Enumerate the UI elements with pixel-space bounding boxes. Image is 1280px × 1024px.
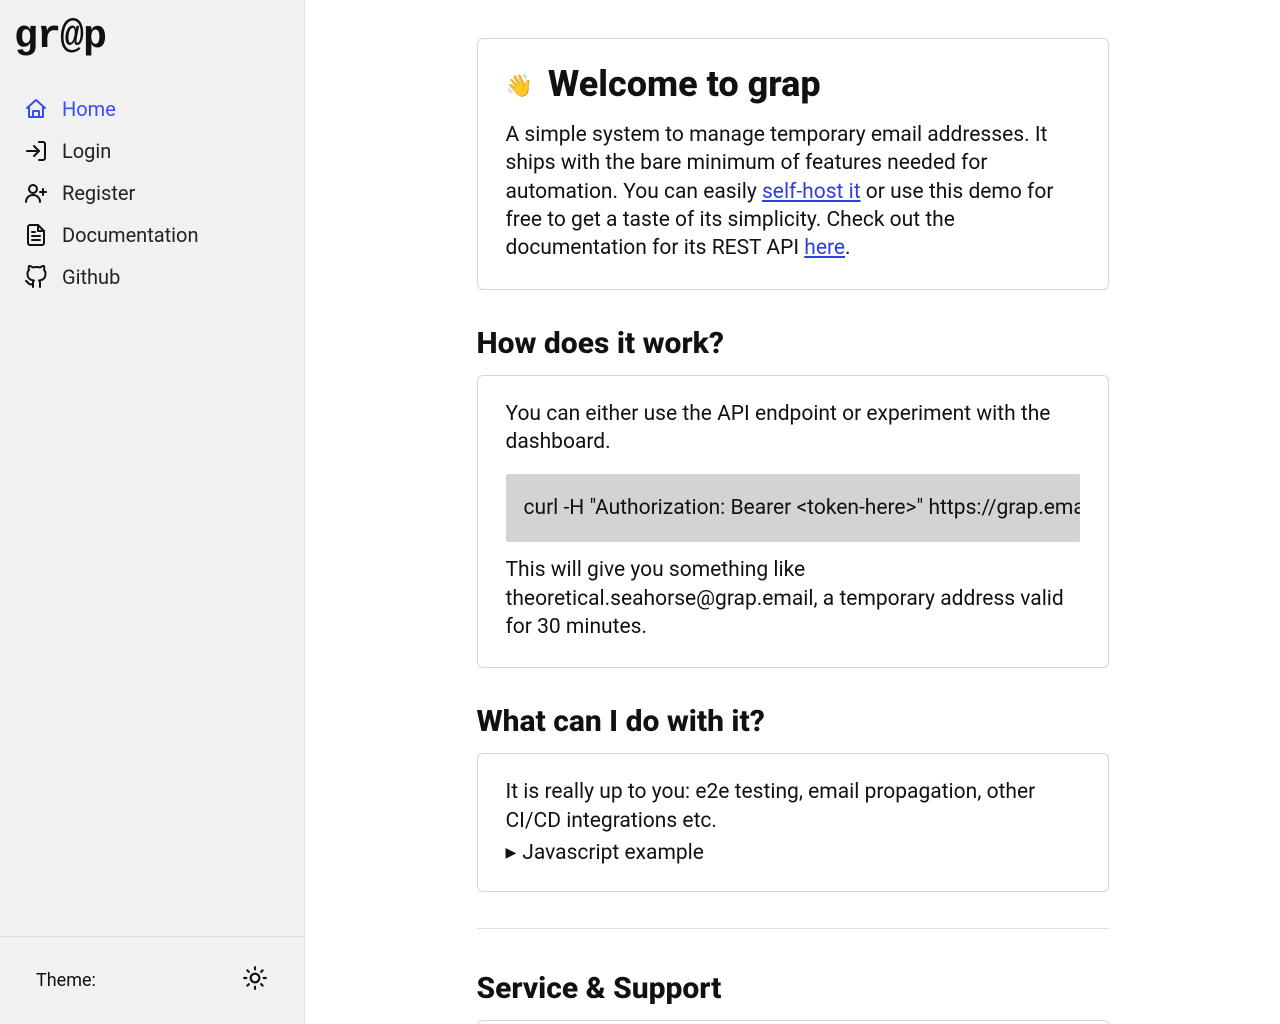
sidebar-item-label: Home (62, 97, 116, 121)
sun-icon (242, 965, 268, 991)
page-title-text: Welcome to grap (548, 63, 821, 105)
how-p1: You can either use the API endpoint or e… (506, 400, 1080, 457)
welcome-text-3: . (845, 236, 851, 260)
github-icon (24, 265, 48, 289)
theme-toggle[interactable] (242, 965, 268, 996)
welcome-paragraph: A simple system to manage temporary emai… (506, 121, 1080, 263)
how-card: You can either use the API endpoint or e… (477, 375, 1109, 669)
file-text-icon (24, 223, 48, 247)
self-host-link[interactable]: self-host it (762, 180, 861, 204)
js-example-label: Javascript example (522, 841, 704, 865)
support-card (477, 1020, 1109, 1024)
usecases-p1: It is really up to you: e2e testing, ema… (506, 778, 1080, 835)
home-icon (24, 97, 48, 121)
theme-row: Theme: (0, 936, 304, 1024)
sidebar-item-register[interactable]: Register (8, 172, 296, 214)
sidebar-item-home[interactable]: Home (8, 88, 296, 130)
page-title: 👋 Welcome to grap (506, 63, 1080, 105)
how-p2: This will give you something like theore… (506, 556, 1080, 641)
sidebar-item-github[interactable]: Github (8, 256, 296, 298)
sidebar: gr@p Home Login Register Documentation G… (0, 0, 305, 1024)
sidebar-item-label: Login (62, 139, 111, 163)
curl-codeblock[interactable]: curl -H "Authorization: Bearer <token-he… (506, 474, 1080, 542)
sidebar-nav: Home Login Register Documentation Github (0, 88, 304, 936)
triangle-right-icon: ▶ (506, 845, 517, 861)
main-content: 👋 Welcome to grap A simple system to man… (433, 0, 1153, 1024)
js-example-toggle[interactable]: ▶ Javascript example (506, 841, 1080, 865)
how-heading: How does it work? (477, 326, 1109, 361)
api-docs-link[interactable]: here (804, 236, 845, 260)
section-divider (477, 928, 1109, 929)
usecases-card: It is really up to you: e2e testing, ema… (477, 753, 1109, 892)
sidebar-item-documentation[interactable]: Documentation (8, 214, 296, 256)
user-plus-icon (24, 181, 48, 205)
support-heading: Service & Support (477, 971, 1109, 1006)
sidebar-item-label: Register (62, 181, 135, 205)
app-logo: gr@p (0, 0, 304, 88)
usecases-heading: What can I do with it? (477, 704, 1109, 739)
welcome-card: 👋 Welcome to grap A simple system to man… (477, 38, 1109, 290)
theme-label: Theme: (36, 970, 96, 991)
sidebar-item-label: Github (62, 265, 120, 289)
login-icon (24, 139, 48, 163)
sidebar-item-login[interactable]: Login (8, 130, 296, 172)
main-scroll[interactable]: 👋 Welcome to grap A simple system to man… (305, 0, 1280, 1024)
curl-code-text: curl -H "Authorization: Bearer <token-he… (524, 496, 1080, 520)
sidebar-item-label: Documentation (62, 223, 199, 247)
wave-icon: 👋 (506, 74, 533, 99)
